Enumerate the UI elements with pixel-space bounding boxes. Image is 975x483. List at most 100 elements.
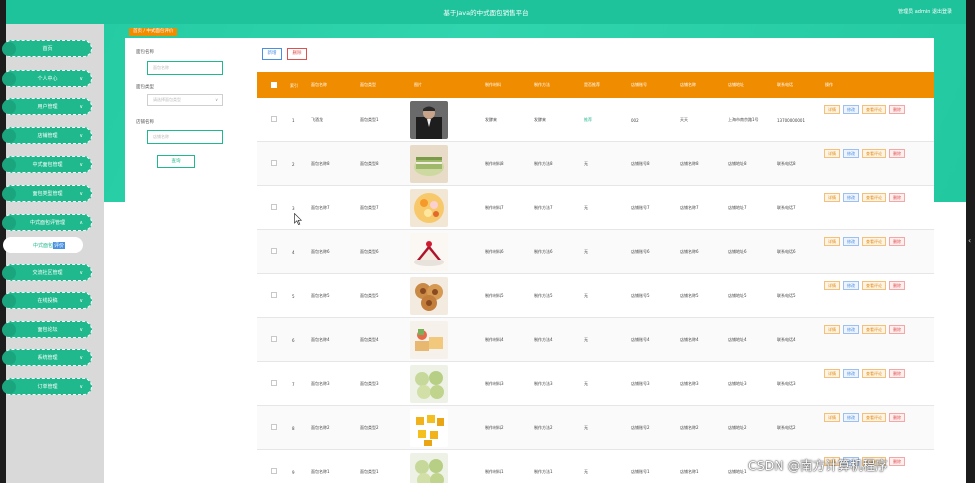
cell-shop-address: 店铺地址4 — [728, 337, 747, 342]
view-reviews-button[interactable]: 查看评论 — [862, 325, 886, 334]
sidebar-item-9[interactable]: 面包论坛 ∨ — [2, 321, 92, 338]
sidebar-subitem-bread-review[interactable]: 中式面包 评价 — [3, 237, 83, 253]
cell-shop-address: 店铺地址2 — [728, 425, 747, 430]
cell-phone: 联系电话6 — [777, 249, 796, 254]
sidebar-item-8[interactable]: 在线投稿 ∨ — [2, 292, 92, 309]
delete-row-button[interactable]: 删除 — [889, 105, 905, 114]
row-checkbox[interactable] — [271, 292, 277, 298]
detail-button[interactable]: 详情 — [824, 105, 840, 114]
row-checkbox[interactable] — [271, 248, 277, 254]
delete-row-button[interactable]: 删除 — [889, 413, 905, 422]
table-row[interactable]: 1 飞酒龙 面包类型1 发酵来 发酵来 推荐 002 天天 上海市南京路1号 1370000000… — [257, 98, 934, 142]
detail-button[interactable]: 详情 — [824, 413, 840, 422]
add-button[interactable]: 新增 — [262, 48, 282, 60]
view-reviews-button[interactable]: 查看评论 — [862, 281, 886, 290]
product-image — [410, 365, 448, 403]
delete-row-button[interactable]: 删除 — [889, 281, 905, 290]
detail-button[interactable]: 详情 — [824, 193, 840, 202]
cell-shop-name: 天天 — [680, 117, 688, 122]
row-checkbox[interactable] — [271, 424, 277, 430]
cell-shop-address: 店铺地址3 — [728, 381, 747, 386]
row-checkbox[interactable] — [271, 160, 277, 166]
edit-button[interactable]: 修改 — [843, 325, 859, 334]
search-shop-input[interactable]: 店铺名称 — [147, 130, 223, 144]
sidebar-item-7[interactable]: 交流社区管理 ∨ — [2, 264, 92, 281]
edit-button[interactable]: 修改 — [843, 149, 859, 158]
delete-row-button[interactable]: 删除 — [889, 369, 905, 378]
menu-knob-icon — [2, 323, 16, 337]
user-info[interactable]: 管理员 admin 退出登录 — [898, 8, 952, 15]
table-row[interactable]: 8 面包名称2 面包类型2 制作材料2 制作方法2 无 店铺账号2 店铺名称2 店铺地址2 联系电… — [257, 406, 934, 450]
view-reviews-button[interactable]: 查看评论 — [862, 193, 886, 202]
cell-shop-name: 店铺名称7 — [680, 205, 699, 210]
chevron-icon: ∨ — [79, 76, 83, 82]
cell-type: 面包类型6 — [360, 249, 379, 254]
sidebar-item-11[interactable]: 订单管理 ∨ — [2, 378, 92, 395]
row-checkbox[interactable] — [271, 336, 277, 342]
sidebar-item-3[interactable]: 店铺管理 ∨ — [2, 127, 92, 144]
delete-row-button[interactable]: 删除 — [889, 325, 905, 334]
view-reviews-button[interactable]: 查看评论 — [862, 369, 886, 378]
edit-button[interactable]: 修改 — [843, 369, 859, 378]
product-image — [410, 453, 448, 483]
cell-shop-address: 店铺地址6 — [728, 249, 747, 254]
search-shop-label: 店铺名称 — [136, 120, 154, 125]
cell-shop-account: 店铺账号7 — [631, 205, 650, 210]
menu-knob-icon — [2, 42, 16, 56]
table-row[interactable]: 3 面包名称7 面包类型7 制作材料7 制作方法7 无店铺账号7 店铺名称7 店铺地址7 联系电… — [257, 186, 934, 230]
cell-material: 发酵来 — [485, 117, 497, 122]
cell-phone: 联系电话4 — [777, 337, 796, 342]
header-recommend: 是否推荐 — [584, 82, 600, 87]
detail-button[interactable]: 详情 — [824, 325, 840, 334]
cell-phone: 13700000001 — [777, 117, 805, 123]
table-row[interactable]: 2 面包名称8 面包类型8 制作材料8 制作方法8 无 店铺账号8 店铺名称8 店铺地址8 联系电… — [257, 142, 934, 186]
cell-index: 8 — [292, 425, 295, 431]
delete-row-button[interactable]: 删除 — [889, 237, 905, 246]
search-name-input[interactable]: 面包名称 — [147, 61, 223, 75]
edit-button[interactable]: 修改 — [843, 193, 859, 202]
edit-button[interactable]: 修改 — [843, 281, 859, 290]
table-row[interactable]: 4 面包名称6 面包类型6 制作材料6 制作方法6 无 店铺账号6 店铺名称6 店铺地址6 联系电… — [257, 230, 934, 274]
chevron-icon: ∨ — [79, 327, 83, 333]
delete-row-button[interactable]: 删除 — [889, 457, 905, 466]
cell-method: 发酵来 — [534, 117, 546, 122]
sidebar-item-0[interactable]: 首页 — [2, 40, 92, 57]
view-reviews-button[interactable]: 查看评论 — [862, 105, 886, 114]
search-type-select[interactable]: 请选择面包类型 ∨ — [147, 94, 223, 106]
checkbox-icon[interactable] — [271, 82, 277, 88]
delete-button[interactable]: 删除 — [287, 48, 307, 60]
sidebar-item-2[interactable]: 用户管理 ∨ — [2, 98, 92, 115]
table-row[interactable]: 7 面包名称3 面包类型3 制作材料3 制作方法3 无 店铺账号3 店铺名称3 店铺地址3 联系电… — [257, 362, 934, 406]
table-row[interactable]: 6 面包名称4 面包类型4 制作材料4 制作方法4 无 店铺账号4 店铺名称4 店铺地址4 联系电… — [257, 318, 934, 362]
chevron-left-icon[interactable]: ‹ — [968, 236, 971, 245]
row-checkbox[interactable] — [271, 204, 277, 210]
delete-row-button[interactable]: 删除 — [889, 149, 905, 158]
detail-button[interactable]: 详情 — [824, 281, 840, 290]
sidebar-item-6[interactable]: 中式面包评管理 ∧ — [2, 214, 92, 231]
product-image — [410, 409, 448, 447]
header-type: 面包类型 — [360, 82, 376, 87]
delete-row-button[interactable]: 删除 — [889, 193, 905, 202]
table-row[interactable]: 5 面包名称5 面包类型5 制作材料5 制作方法5 无 店铺账号5 店铺名称5 店铺地址5 联系电… — [257, 274, 934, 318]
view-reviews-button[interactable]: 查看评论 — [862, 149, 886, 158]
view-reviews-button[interactable]: 查看评论 — [862, 237, 886, 246]
window-frame-right: ‹ — [966, 0, 975, 483]
edit-button[interactable]: 修改 — [843, 237, 859, 246]
breadcrumb[interactable]: 首页 / 中式面包评价 — [129, 28, 178, 36]
edit-button[interactable]: 修改 — [843, 105, 859, 114]
sidebar-item-5[interactable]: 面包类型管理 ∨ — [2, 185, 92, 202]
row-checkbox[interactable] — [271, 116, 277, 122]
view-reviews-button[interactable]: 查看评论 — [862, 413, 886, 422]
search-button[interactable]: 查询 — [157, 155, 195, 168]
sidebar-item-10[interactable]: 系统管理 ∨ — [2, 349, 92, 366]
edit-button[interactable]: 修改 — [843, 413, 859, 422]
detail-button[interactable]: 详情 — [824, 149, 840, 158]
detail-button[interactable]: 详情 — [824, 369, 840, 378]
row-checkbox[interactable] — [271, 380, 277, 386]
cell-material: 制作材料3 — [485, 381, 504, 386]
header-select-all[interactable] — [257, 72, 277, 98]
sidebar-item-1[interactable]: 个人中心 ∨ — [2, 70, 92, 87]
sidebar-item-4[interactable]: 中式面包管理 ∨ — [2, 156, 92, 173]
detail-button[interactable]: 详情 — [824, 237, 840, 246]
row-checkbox[interactable] — [271, 468, 277, 474]
